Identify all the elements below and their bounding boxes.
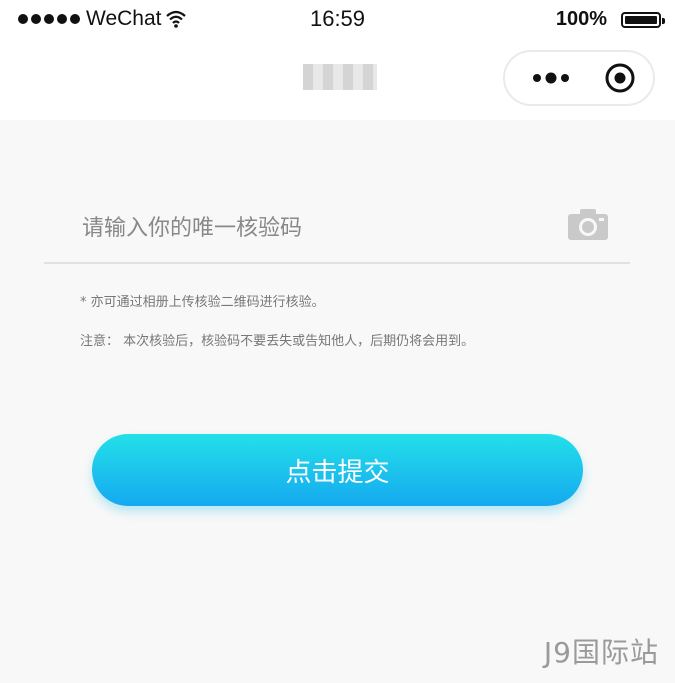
battery-percentage: 100% [555,8,607,30]
verification-code-input[interactable] [80,210,554,246]
verification-form: * 亦可通过相册上传核验二维码进行核验。 注意： 本次核验后，核验码不要丢失或告… [0,120,675,683]
more-dots-icon[interactable] [521,52,581,104]
status-bar: WeChat 16:59 100% [0,0,675,40]
miniprogram-capsule [503,50,655,106]
target-close-icon[interactable] [595,52,645,104]
capsule-divider [581,66,582,90]
page-title-blurred [303,64,377,90]
app-frame: WeChat 16:59 100% 请输入你的唯一核验码 * 亦可通过相册上传核… [0,0,675,683]
watermark-text: J9国际站 [543,636,659,669]
battery-icon [621,12,665,28]
notice-text: 注意： 本次核验后，核验码不要丢失或告知他人，后期仍将会用到。 [80,334,475,349]
album-upload-tip: * 亦可通过相册上传核验二维码进行核验。 [80,295,325,310]
code-input-row [44,188,630,264]
camera-icon[interactable] [566,206,610,242]
navigation-bar [0,40,675,120]
submit-button[interactable]: 点击提交 [92,434,583,506]
